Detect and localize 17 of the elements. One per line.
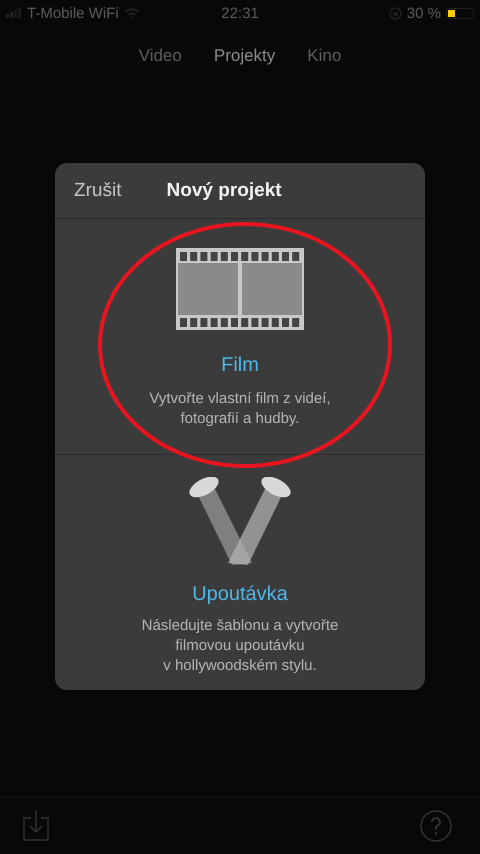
battery-percent: 30 %	[406, 4, 441, 22]
tab[interactable]: Projekty	[214, 44, 276, 68]
dialog-title: Nový projekt	[166, 180, 282, 202]
option-title[interactable]: Film	[221, 354, 259, 377]
option-title[interactable]: Upoutávka	[192, 583, 288, 606]
wifi-icon	[124, 7, 140, 19]
battery-icon	[446, 8, 474, 18]
tab[interactable]: Video	[138, 44, 182, 68]
cancel-button[interactable]: Zrušit	[74, 180, 122, 202]
signal-icon	[6, 8, 22, 18]
film-strip-icon[interactable]	[176, 248, 304, 330]
tab[interactable]: Kino	[307, 44, 342, 68]
carrier-name: T-Mobile WiFi	[27, 4, 119, 22]
option-description: Vytvořte vlastní film z videí, fotografií a hudby.	[149, 389, 331, 429]
option-description: Následujte šablonu a vytvořte filmovou upoutávku v hollywoodském stylu.	[142, 616, 338, 676]
rotation-lock-icon	[388, 6, 402, 20]
clock-time: 22:31	[221, 4, 259, 22]
